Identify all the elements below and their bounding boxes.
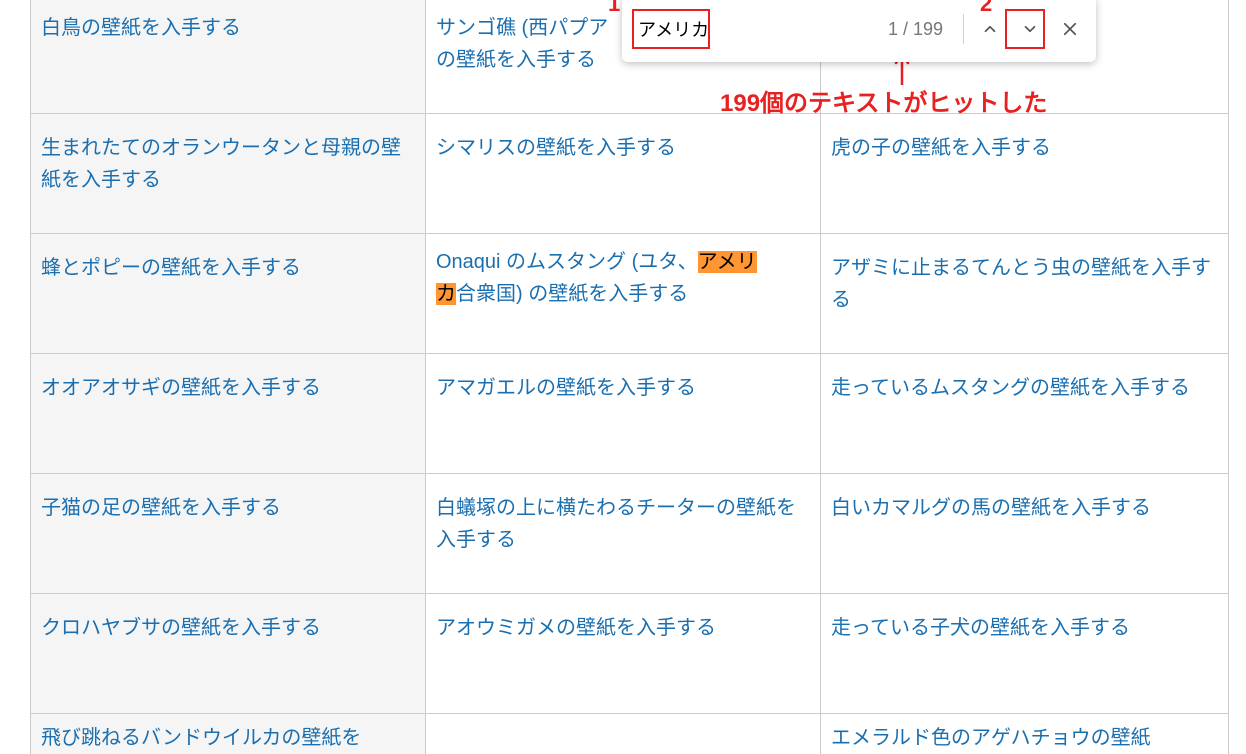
search-highlight: アメリ (698, 251, 757, 273)
link-cell[interactable]: 蜂とポピーの壁紙を入手する (41, 257, 301, 279)
link-cell[interactable]: 虎の子の壁紙を入手する (831, 137, 1051, 159)
link-cell[interactable]: 生まれたてのオランウータンと母親の壁紙を入手する (41, 137, 401, 191)
link-cell[interactable]: クロハヤブサの壁紙を入手する (41, 617, 321, 639)
search-input[interactable] (636, 18, 806, 41)
search-highlight: カ (436, 283, 456, 305)
close-findbar-button[interactable] (1050, 9, 1090, 49)
wallpaper-links-table: 白鳥の壁紙を入手する サンゴ礁 (西パプアxxxxxxxxxxxxxxxxxxx… (30, 0, 1229, 754)
link-cell[interactable]: アマガエルの壁紙を入手する (436, 377, 696, 399)
link-cell[interactable]: エメラルド色のアゲハチョウの壁紙 (831, 727, 1151, 749)
separator (963, 14, 964, 44)
link-cell[interactable]: アオウミガメの壁紙を入手する (436, 617, 716, 639)
chevron-down-icon (1021, 20, 1039, 38)
next-match-button[interactable] (1010, 9, 1050, 49)
link-cell[interactable]: シマリスの壁紙を入手する (436, 137, 676, 159)
link-cell[interactable]: 子猫の足の壁紙を入手する (41, 497, 281, 519)
link-cell[interactable]: 走っているムスタングの壁紙を入手する (831, 377, 1190, 399)
link-cell[interactable]: 白鳥の壁紙を入手する (41, 17, 241, 39)
match-count: 1 / 199 (806, 19, 957, 40)
link-cell[interactable]: 白蟻塚の上に横たわるチーターの壁紙を入手する (436, 497, 796, 551)
link-cell[interactable]: 走っている子犬の壁紙を入手する (831, 617, 1130, 639)
link-cell[interactable]: アザミに止まるてんとう虫の壁紙を入手する (831, 257, 1211, 311)
prev-match-button[interactable] (970, 9, 1010, 49)
link-cell-highlighted[interactable]: Onaqui のムスタング (ユタ、アメリカ合衆国) の壁紙を入手する (436, 251, 757, 305)
link-cell[interactable]: オオアオサギの壁紙を入手する (41, 377, 321, 399)
link-cell[interactable]: 白いカマルグの馬の壁紙を入手する (831, 497, 1151, 519)
close-icon (1061, 20, 1079, 38)
chevron-up-icon (981, 20, 999, 38)
find-in-page-bar: 1 / 199 (622, 0, 1096, 62)
link-cell[interactable]: 飛び跳ねるバンドウイルカの壁紙を (41, 727, 361, 749)
